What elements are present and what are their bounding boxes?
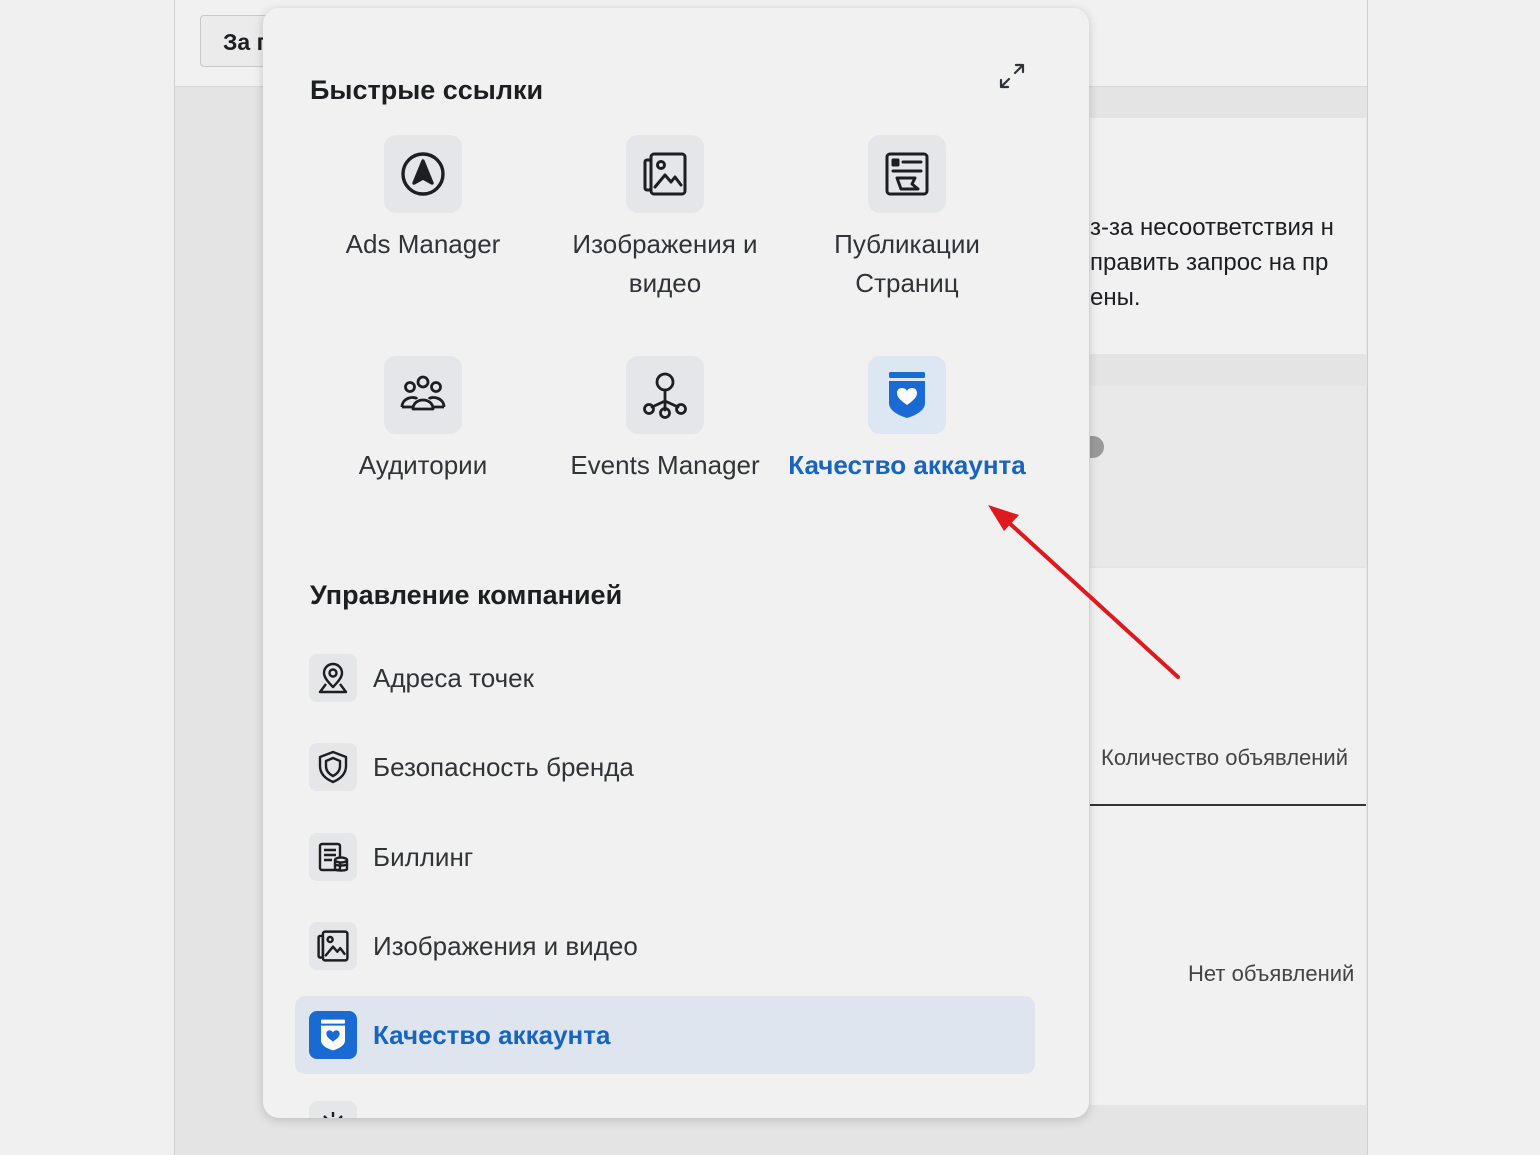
account-quality-icon: [868, 356, 946, 434]
quick-links-title: Быстрые ссылки: [310, 75, 544, 105]
billing-icon: [309, 833, 357, 881]
notice-line: ены.: [1090, 284, 1141, 311]
quick-link-label: Публикации Страниц: [834, 229, 980, 298]
empty-state-text: Нет объявлений: [1188, 961, 1355, 986]
manage-item-locations[interactable]: Адреса точек: [295, 639, 1035, 717]
location-pin-icon: [309, 654, 357, 702]
manage-item-label: Адреса точек: [373, 662, 535, 693]
quick-links-popup: Быстрые ссылки Ads Manager Изображения и…: [263, 8, 1089, 1118]
page-posts-icon: [868, 135, 946, 213]
manage-item-label: Безопасность бренда: [373, 751, 634, 782]
manage-item-settings[interactable]: [295, 1086, 1035, 1118]
table-header-divider: [1090, 804, 1366, 806]
quick-link-label: Events Manager: [570, 450, 760, 480]
notice-line: править запрос на пр: [1090, 249, 1329, 276]
quick-link-ads-manager[interactable]: Ads Manager: [303, 135, 543, 264]
background-notice-card: з-за несоответствия н править запрос на …: [1090, 118, 1366, 354]
manage-item-label: Изображения и видео: [373, 930, 638, 961]
settings-gear-icon: [309, 1101, 357, 1118]
expand-icon[interactable]: [996, 60, 1028, 92]
manage-item-label: Биллинг: [373, 841, 474, 872]
background-table-card: Количество объявлений Нет объявлений: [1090, 568, 1366, 1105]
quick-link-page-posts[interactable]: Публикации Страниц: [787, 135, 1027, 303]
company-management-title: Управление компанией: [310, 580, 623, 610]
quick-link-media[interactable]: Изображения и видео: [545, 135, 785, 303]
manage-item-media[interactable]: Изображения и видео: [295, 907, 1035, 985]
quick-link-audiences[interactable]: Аудитории: [303, 356, 543, 485]
quick-link-events-manager[interactable]: Events Manager: [545, 356, 785, 485]
events-manager-icon: [626, 356, 704, 434]
quick-link-label: Аудитории: [358, 450, 488, 480]
background-status-card: [1090, 386, 1366, 566]
table-column-header[interactable]: Количество объявлений: [1101, 745, 1348, 771]
manage-item-brand-safety[interactable]: Безопасность бренда: [295, 728, 1035, 806]
quick-link-account-quality[interactable]: Качество аккаунта: [787, 356, 1027, 485]
quick-link-label: Изображения и видео: [572, 229, 758, 298]
info-icon: [1090, 436, 1104, 458]
shield-icon: [309, 743, 357, 791]
account-quality-icon: [309, 1011, 357, 1059]
notice-line: з-за несоответствия н: [1090, 214, 1334, 241]
image-gallery-icon: [309, 922, 357, 970]
manage-item-account-quality[interactable]: Качество аккаунта: [295, 996, 1035, 1074]
quick-link-label: Ads Manager: [345, 229, 501, 259]
quick-link-label: Качество аккаунта: [788, 450, 1026, 480]
manage-item-billing[interactable]: Биллинг: [295, 818, 1035, 896]
manage-item-label: Качество аккаунта: [373, 1019, 611, 1050]
ads-manager-icon: [384, 135, 462, 213]
audience-icon: [384, 356, 462, 434]
image-gallery-icon: [626, 135, 704, 213]
